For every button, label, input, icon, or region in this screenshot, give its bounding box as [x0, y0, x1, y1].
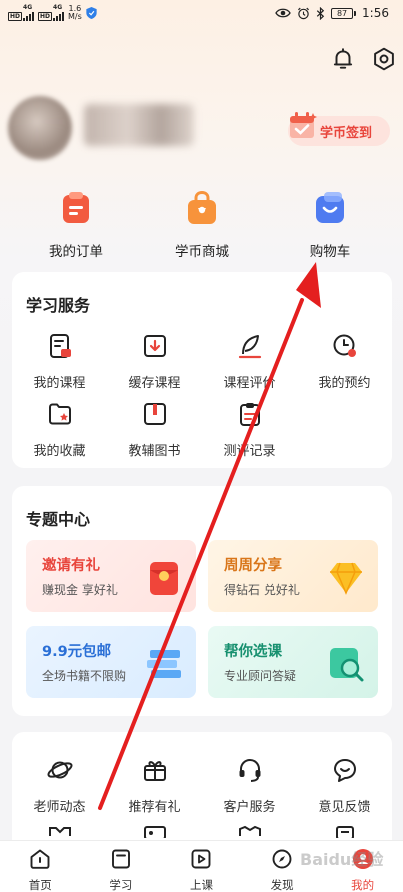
nav-label: 学习 [109, 878, 133, 892]
topic-center-title: 专题中心 [26, 510, 91, 529]
service-label: 意见反馈 [318, 800, 371, 815]
gift-icon [143, 761, 166, 781]
status-right: 87 1:56 [275, 6, 389, 20]
alarm-icon [298, 7, 310, 19]
favorite-folder-icon [48, 403, 71, 425]
service-label: 我的预约 [318, 376, 371, 391]
status-left: HD 4G HD 4G 1.6 M/s [8, 5, 97, 21]
shop-bag-icon [188, 190, 216, 224]
promo-invite[interactable]: 邀请有礼 赚现金 享好礼 [26, 540, 196, 612]
service-my-favorites[interactable]: 我的收藏 [12, 400, 107, 459]
red-envelope-icon [150, 562, 178, 595]
service-my-appointment[interactable]: 我的预约 [297, 332, 392, 391]
sim2-indicator: HD 4G [38, 5, 65, 21]
signal-bars-1-icon [23, 11, 35, 21]
appointment-clock-icon [333, 334, 356, 357]
battery-level: 87 [331, 7, 354, 19]
books-icon [147, 650, 181, 678]
sim1-hd-badge: HD [8, 12, 23, 21]
shield-icon [86, 7, 97, 19]
clock: 1:56 [362, 6, 389, 20]
checkin-label: 学币签到 [320, 125, 373, 141]
service-label: 我的收藏 [33, 444, 86, 459]
headset-icon [239, 758, 260, 782]
network-speed: 1.6 M/s [68, 5, 82, 21]
topic-center-card: 专题中心 邀请有礼 赚现金 享好礼 周周分享 得钻石 兑好礼 9.9元包邮 全场… [12, 486, 392, 716]
eye-icon [275, 8, 291, 18]
quick-action-cart[interactable]: 购物车 [280, 190, 380, 260]
cart-icon [316, 192, 344, 223]
download-icon [143, 335, 166, 357]
bluetooth-icon [316, 6, 325, 20]
quick-action-label: 学币商城 [175, 244, 229, 260]
service-my-course[interactable]: 我的课程 [12, 332, 107, 391]
quick-action-label: 购物车 [309, 244, 351, 260]
more-icon-partial-3 [239, 825, 261, 836]
checkin-button[interactable]: 学币签到 [288, 112, 390, 146]
service-label: 我的课程 [33, 376, 86, 391]
service-test-records[interactable]: 测评记录 [202, 400, 297, 459]
nav-label: 发现 [270, 878, 294, 892]
review-feather-icon [238, 335, 261, 359]
discover-icon [272, 849, 292, 869]
learning-services-title: 学习服务 [26, 296, 91, 315]
quick-action-label: 我的订单 [49, 244, 103, 260]
service-label: 缓存课程 [128, 376, 181, 391]
quick-action-shop[interactable]: 学币商城 [152, 190, 252, 260]
service-label: 课程评价 [223, 376, 276, 391]
planet-icon [47, 761, 72, 779]
diamond-icon [330, 562, 362, 595]
nav-study[interactable]: 学习 [81, 841, 162, 892]
watermark: Baidu经验 [300, 850, 384, 869]
battery-icon: 87 [331, 7, 357, 19]
avatar[interactable] [8, 96, 72, 160]
study-icon [111, 849, 130, 869]
feedback-icon [333, 759, 356, 782]
sim1-indicator: HD 4G [8, 5, 35, 21]
service-label: 推荐有礼 [128, 800, 181, 815]
learning-services-card: 学习服务 我的课程 缓存课程 课程评价 我的预约 我的收藏 教辅图书 测评记录 [12, 272, 392, 468]
course-search-icon [330, 648, 364, 682]
calendar-checkin-icon [290, 112, 317, 138]
service-cached-course[interactable]: 缓存课程 [107, 332, 202, 391]
service-teacher-news[interactable]: 老师动态 [12, 756, 107, 815]
bell-icon[interactable] [330, 46, 356, 72]
my-course-icon [49, 334, 71, 358]
more-icon-partial-2 [144, 826, 166, 838]
service-label: 老师动态 [33, 800, 86, 815]
service-books[interactable]: 教辅图书 [107, 400, 202, 459]
more-icon-partial-1 [49, 827, 71, 836]
home-icon [30, 849, 50, 869]
nav-label: 上课 [189, 878, 213, 892]
nav-class[interactable]: 上课 [161, 841, 242, 892]
status-bar: HD 4G HD 4G 1.6 M/s 87 1:56 [0, 0, 403, 26]
settings-icon[interactable] [371, 46, 397, 72]
service-course-review[interactable]: 课程评价 [202, 332, 297, 391]
service-label: 测评记录 [223, 444, 276, 459]
signal-bars-2-icon [53, 11, 65, 21]
sim2-hd-badge: HD [38, 12, 53, 21]
network-speed-unit: M/s [68, 12, 82, 21]
promo-course-help[interactable]: 帮你选课 专业顾问答疑 [208, 626, 378, 698]
quick-action-orders[interactable]: 我的订单 [26, 190, 126, 260]
promo-weekly-share[interactable]: 周周分享 得钻石 兑好礼 [208, 540, 378, 612]
service-feedback[interactable]: 意见反馈 [297, 756, 392, 815]
service-label: 客户服务 [223, 800, 276, 815]
user-name-blurred[interactable] [84, 104, 194, 146]
play-class-icon [192, 849, 211, 869]
service-referral-gift[interactable]: 推荐有礼 [107, 756, 202, 815]
more-icon-partial-4 [336, 826, 354, 838]
order-icon [63, 192, 89, 223]
promo-free-shipping[interactable]: 9.9元包邮 全场书籍不限购 [26, 626, 196, 698]
nav-label: 首页 [28, 878, 52, 892]
test-record-icon [239, 403, 260, 426]
service-customer-service[interactable]: 客户服务 [202, 756, 297, 815]
book-icon [143, 403, 166, 425]
nav-home[interactable]: 首页 [0, 841, 81, 892]
nav-label: 我的 [351, 878, 375, 892]
service-label: 教辅图书 [128, 444, 181, 459]
